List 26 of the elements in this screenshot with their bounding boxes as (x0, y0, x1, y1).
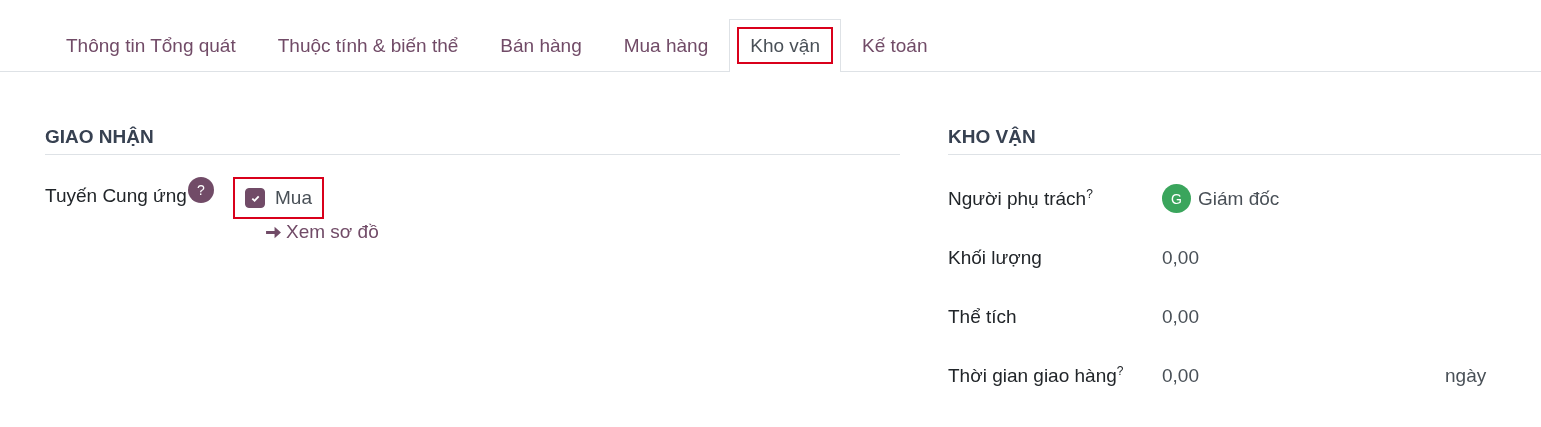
field-label: Thời gian giao hàng (948, 365, 1117, 387)
field-label: Khối lượng (948, 246, 1042, 268)
field-label: Thể tích (948, 305, 1017, 327)
route-option[interactable]: Mua (233, 177, 324, 219)
checkbox[interactable] (245, 188, 265, 208)
tab[interactable]: Thuộc tính & biến thể (256, 19, 480, 72)
help-badge[interactable]: ? (187, 177, 214, 203)
number-field[interactable]: 0,00 (1162, 364, 1438, 387)
route-label: Mua (275, 187, 312, 209)
number-field[interactable]: 0,00 (1162, 305, 1438, 328)
help-mark[interactable]: ? (1116, 363, 1124, 378)
section-heading: KHO VẬN (948, 126, 1541, 155)
tab[interactable]: Mua hàng (602, 19, 730, 72)
field-label: Tuyến Cung ứng (45, 185, 187, 207)
number-field[interactable]: 0,00 (1162, 246, 1438, 269)
field-label: Người phụ trách (948, 188, 1087, 210)
user-name[interactable]: Giám đốc (1198, 187, 1280, 210)
tab[interactable]: Kho vận (729, 19, 841, 72)
tab[interactable]: Kế toán (840, 19, 949, 72)
tab[interactable]: Thông tin Tổng quát (45, 19, 257, 72)
help-mark[interactable]: ? (1086, 186, 1093, 201)
tab[interactable]: Bán hàng (479, 19, 603, 72)
section-heading: GIAO NHẬN (45, 126, 900, 155)
avatar: G (1162, 184, 1191, 213)
diagram-link[interactable]: Xem sơ đồ (286, 221, 379, 243)
unit-label: ngày (1445, 364, 1487, 387)
